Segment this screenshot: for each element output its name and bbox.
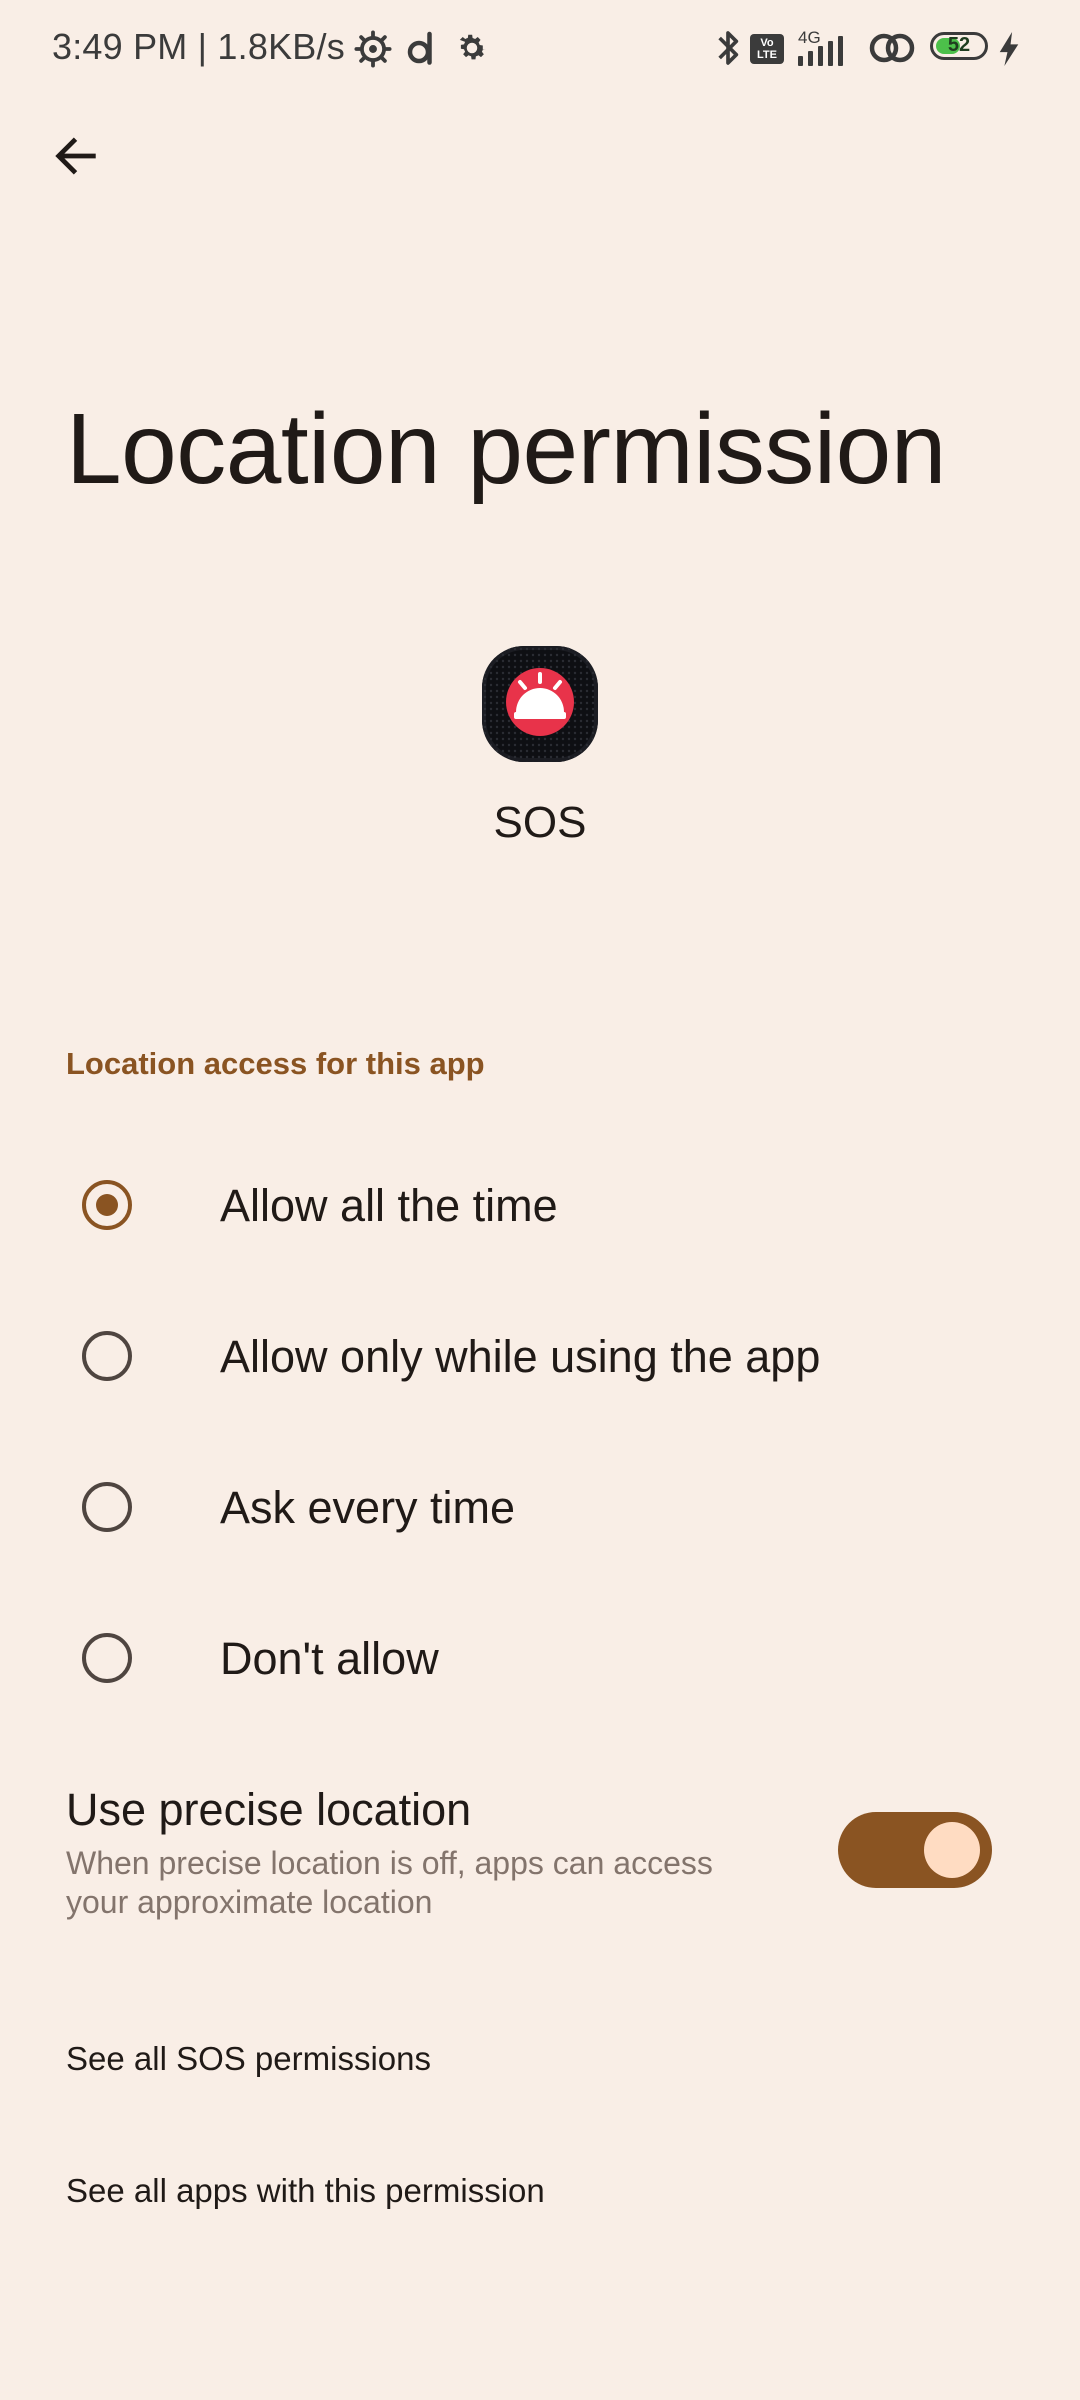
option-ask-every-time[interactable]: Ask every time (0, 1432, 1080, 1582)
battery-icon: 52 (930, 32, 988, 60)
gear-icon (459, 34, 487, 60)
status-bar: 3:49 PM | 1.8KB/s Vo LTE 4G 52 (0, 0, 1080, 100)
radio-button[interactable] (82, 1482, 132, 1532)
settings-gear-icon (354, 30, 392, 68)
see-all-apps-with-permission-link[interactable]: See all apps with this permission (66, 2172, 545, 2210)
page-title: Location permission (66, 393, 946, 505)
option-label: Allow only while using the app (220, 1331, 821, 1382)
d-app-icon (407, 31, 432, 65)
radio-button[interactable] (82, 1633, 132, 1683)
arrow-left-icon (55, 137, 96, 175)
option-allow-while-using[interactable]: Allow only while using the app (0, 1281, 1080, 1431)
back-button[interactable] (40, 120, 112, 192)
volte-icon: Vo LTE (750, 34, 784, 64)
link-icon (869, 33, 915, 63)
radio-dot (96, 1194, 118, 1216)
precise-location-title: Use precise location (66, 1784, 472, 1835)
app-name: SOS (493, 798, 587, 847)
see-all-app-permissions-link[interactable]: See all SOS permissions (66, 2040, 431, 2078)
signal-icon (798, 36, 843, 66)
status-time: 3:49 PM | 1.8KB/s (52, 26, 345, 67)
charging-bolt-icon (999, 32, 1019, 66)
section-header: Location access for this app (66, 1046, 485, 1081)
battery-level: 52 (947, 34, 971, 56)
precise-location-description: When precise location is off, apps can a… (66, 1845, 713, 1920)
precise-location-toggle[interactable] (838, 1812, 992, 1888)
bluetooth-icon (718, 31, 739, 65)
option-dont-allow[interactable]: Don't allow (0, 1583, 1080, 1733)
siren-icon (482, 646, 598, 762)
toggle-thumb (924, 1822, 980, 1878)
option-label: Don't allow (220, 1633, 439, 1684)
option-allow-all-the-time[interactable]: Allow all the time (0, 1130, 1080, 1280)
option-label: Ask every time (220, 1482, 516, 1533)
option-label: Allow all the time (220, 1180, 558, 1231)
volte-label: Vo LTE (757, 37, 777, 61)
radio-button[interactable] (82, 1331, 132, 1381)
radio-button-checked[interactable] (82, 1180, 132, 1230)
